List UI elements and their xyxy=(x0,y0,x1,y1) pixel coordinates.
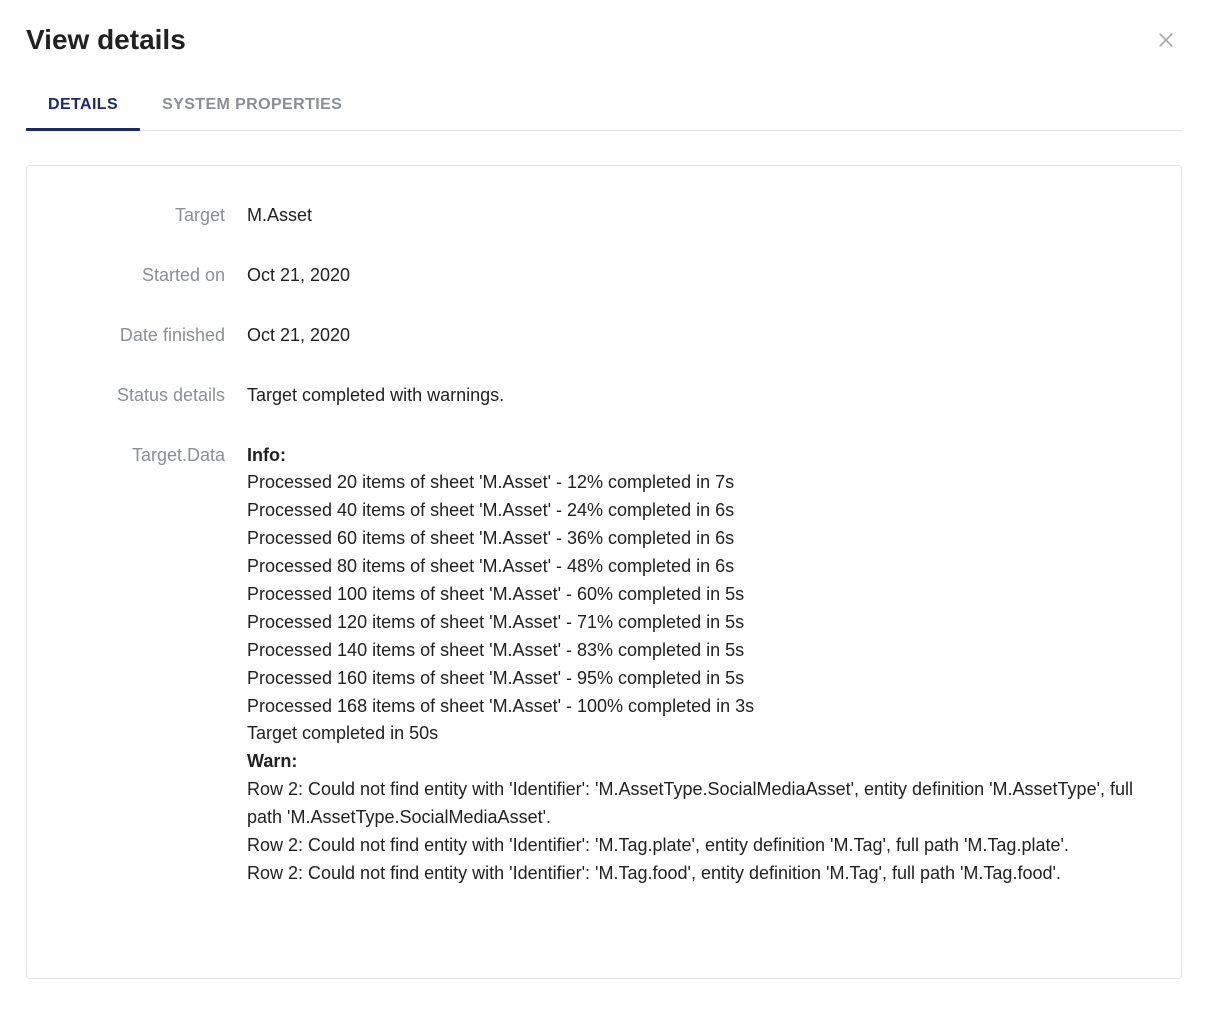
details-panel: Target M.Asset Started on Oct 21, 2020 D… xyxy=(26,165,1182,979)
target-data-warn-line: Row 2: Could not find entity with 'Ident… xyxy=(247,860,1141,888)
label-target: Target xyxy=(67,202,247,230)
target-data-info-line: Processed 120 items of sheet 'M.Asset' -… xyxy=(247,609,1141,637)
label-status-details: Status details xyxy=(67,382,247,410)
value-started-on: Oct 21, 2020 xyxy=(247,262,1141,290)
target-data-info-line: Processed 60 items of sheet 'M.Asset' - … xyxy=(247,525,1141,553)
row-started-on: Started on Oct 21, 2020 xyxy=(67,262,1141,290)
target-data-info-line: Processed 140 items of sheet 'M.Asset' -… xyxy=(247,637,1141,665)
label-target-data: Target.Data xyxy=(67,442,247,470)
label-date-finished: Date finished xyxy=(67,322,247,350)
close-button[interactable] xyxy=(1152,28,1180,56)
target-data-info-line: Processed 168 items of sheet 'M.Asset' -… xyxy=(247,693,1141,721)
row-status-details: Status details Target completed with war… xyxy=(67,382,1141,410)
row-date-finished: Date finished Oct 21, 2020 xyxy=(67,322,1141,350)
value-date-finished: Oct 21, 2020 xyxy=(247,322,1141,350)
value-status-details: Target completed with warnings. xyxy=(247,382,1141,410)
target-data-warn-heading: Warn: xyxy=(247,748,1141,776)
target-data-info-line: Processed 100 items of sheet 'M.Asset' -… xyxy=(247,581,1141,609)
modal-title: View details xyxy=(26,24,1182,56)
target-data-info-line: Processed 80 items of sheet 'M.Asset' - … xyxy=(247,553,1141,581)
tab-system-properties[interactable]: SYSTEM PROPERTIES xyxy=(140,84,364,131)
value-target-data: Info: Processed 20 items of sheet 'M.Ass… xyxy=(247,442,1141,888)
value-target: M.Asset xyxy=(247,202,1141,230)
view-details-modal: View details DETAILS SYSTEM PROPERTIES T… xyxy=(0,0,1208,1018)
target-data-warn-line: Row 2: Could not find entity with 'Ident… xyxy=(247,776,1141,832)
close-icon xyxy=(1156,30,1176,55)
label-started-on: Started on xyxy=(67,262,247,290)
target-data-info-line: Target completed in 50s xyxy=(247,720,1141,748)
target-data-info-line: Processed 20 items of sheet 'M.Asset' - … xyxy=(247,469,1141,497)
row-target: Target M.Asset xyxy=(67,202,1141,230)
target-data-info-line: Processed 160 items of sheet 'M.Asset' -… xyxy=(247,665,1141,693)
target-data-info-line: Processed 40 items of sheet 'M.Asset' - … xyxy=(247,497,1141,525)
tab-details[interactable]: DETAILS xyxy=(26,84,140,131)
tabs: DETAILS SYSTEM PROPERTIES xyxy=(26,84,1182,131)
target-data-warn-line: Row 2: Could not find entity with 'Ident… xyxy=(247,832,1141,860)
row-target-data: Target.Data Info: Processed 20 items of … xyxy=(67,442,1141,888)
target-data-info-heading: Info: xyxy=(247,442,1141,470)
